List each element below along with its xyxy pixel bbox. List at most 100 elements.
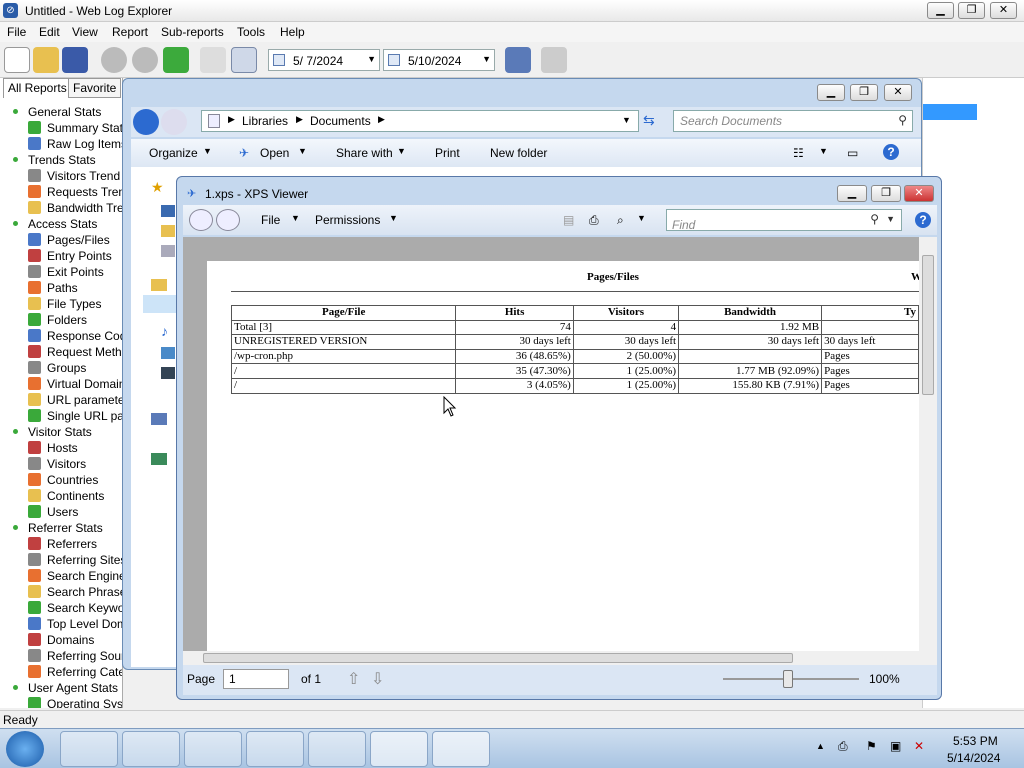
table-row: Total [3] 74 4 1.92 MB <box>230 319 919 336</box>
web-log-explorer-taskbar-button[interactable] <box>370 731 428 767</box>
refresh-icon[interactable]: ⇆ <box>643 112 663 130</box>
help-icon[interactable]: ? <box>883 144 899 160</box>
xps-menu-permissions[interactable]: Permissions <box>315 213 380 227</box>
explorer-search-input[interactable]: Search Documents ⚲ <box>673 110 913 132</box>
hscroll-thumb[interactable] <box>203 653 793 663</box>
chevron-down-icon[interactable]: ▼ <box>819 146 828 156</box>
table-cell: 1.77 MB (92.09%) <box>678 363 823 379</box>
chevron-down-icon[interactable]: ▼ <box>622 115 631 125</box>
tree-item-label: Pages/Files <box>47 233 110 247</box>
network-tray-icon[interactable]: ▣ <box>890 739 901 753</box>
app-icon[interactable] <box>308 731 366 767</box>
back-icon[interactable] <box>189 209 213 231</box>
column-header: Page/File <box>230 305 457 321</box>
horizontal-scrollbar[interactable] <box>183 651 937 665</box>
explorer-restore-button[interactable]: ❐ <box>850 84 878 101</box>
volume-muted-icon[interactable]: ✕ <box>914 739 924 753</box>
restore-button[interactable]: ❐ <box>958 2 985 19</box>
close-button[interactable]: ✕ <box>990 2 1017 19</box>
table-cell: Pages <box>821 377 919 394</box>
tab-all-reports[interactable]: All Reports <box>3 78 72 98</box>
organize-button[interactable]: Organize <box>149 146 198 160</box>
view-options-icon[interactable]: ☷ <box>793 146 804 160</box>
print-button[interactable]: Print <box>435 146 460 160</box>
date-from-picker[interactable]: 5/ 7/2024 ▼ <box>268 49 380 71</box>
filter-icon[interactable] <box>200 47 226 73</box>
menu-tools[interactable]: Tools <box>237 25 265 39</box>
report-icon <box>28 617 41 630</box>
back-icon[interactable] <box>101 47 127 73</box>
columns-icon[interactable] <box>505 47 531 73</box>
file-explorer-icon[interactable] <box>184 731 242 767</box>
next-page-icon[interactable]: ⇩ <box>371 669 384 689</box>
zoom-icon[interactable]: ⌕ <box>617 213 624 228</box>
selected-grid-cell[interactable] <box>923 104 977 120</box>
explorer-close-button[interactable]: ✕ <box>884 84 912 101</box>
breadcrumb-libraries[interactable]: Libraries <box>242 114 288 128</box>
clock-date[interactable]: 5/14/2024 <box>947 751 1000 765</box>
previous-page-icon[interactable]: ⇧ <box>347 669 360 689</box>
print-icon[interactable]: ⎙ <box>589 213 599 228</box>
xps-minimize-button[interactable]: ▁ <box>837 185 867 202</box>
tree-item-label: URL parameters <box>47 393 122 407</box>
scroll-thumb[interactable] <box>922 255 934 395</box>
printer-tray-icon[interactable]: ⎙ <box>838 739 848 754</box>
outline-icon[interactable]: ▤ <box>563 213 574 227</box>
print-icon[interactable] <box>541 47 567 73</box>
menu-report[interactable]: Report <box>112 25 148 39</box>
vertical-scrollbar[interactable] <box>919 237 937 651</box>
find-input[interactable]: Find ⚲ ▼ <box>666 209 902 232</box>
tree-item-label: Hosts <box>47 441 78 455</box>
breadcrumb[interactable]: ▶ Libraries ▶ Documents ▶ ▼ <box>201 110 639 132</box>
back-icon[interactable] <box>133 109 159 135</box>
table-cell: 36 (48.65%) <box>455 348 574 365</box>
app-titlebar: ⊘ Untitled - Web Log Explorer ▁ ❐ ✕ <box>0 0 1024 22</box>
breadcrumb-documents[interactable]: Documents <box>310 114 371 128</box>
xps-menu-file[interactable]: File <box>261 213 280 227</box>
menu-help[interactable]: Help <box>280 25 305 39</box>
open-icon: ✈ <box>239 146 250 160</box>
internet-explorer-icon[interactable] <box>60 731 118 767</box>
save-icon[interactable] <box>62 47 88 73</box>
refresh-icon[interactable] <box>163 47 189 73</box>
chevron-up-icon[interactable]: ▲ <box>816 741 825 751</box>
table-cell: Pages <box>821 363 919 379</box>
minimize-button[interactable]: ▁ <box>927 2 954 19</box>
forward-icon[interactable] <box>132 47 158 73</box>
tree-item-label: Requests Trend <box>47 185 122 199</box>
xps-restore-button[interactable]: ❐ <box>871 185 901 202</box>
zoom-slider-thumb[interactable] <box>783 670 793 688</box>
explorer-minimize-button[interactable]: ▁ <box>817 84 845 101</box>
table-cell: Pages <box>821 348 919 365</box>
menu-edit[interactable]: Edit <box>39 25 60 39</box>
help-icon[interactable]: ? <box>915 212 931 228</box>
menu-view[interactable]: View <box>72 25 98 39</box>
menu-subreports[interactable]: Sub-reports <box>161 25 224 39</box>
preview-pane-icon[interactable]: ▭ <box>847 146 858 160</box>
start-button[interactable] <box>6 731 44 767</box>
page-number-input[interactable]: 1 <box>223 669 289 689</box>
new-icon[interactable] <box>4 47 30 73</box>
clock-time[interactable]: 5:53 PM <box>953 734 998 748</box>
xps-statusbar: Page 1 of 1 ⇧ ⇩ 100% <box>183 665 937 695</box>
open-button[interactable]: Open <box>260 146 289 160</box>
share-with-button[interactable]: Share with <box>336 146 393 160</box>
tree-item-label: Entry Points <box>47 249 112 263</box>
tree-item-label: Referring Categories <box>47 665 122 679</box>
new-folder-button[interactable]: New folder <box>490 146 547 160</box>
menu-file[interactable]: File <box>7 25 26 39</box>
date-to-picker[interactable]: 5/10/2024 ▼ <box>383 49 495 71</box>
libraries-icon <box>151 279 167 291</box>
forward-icon[interactable] <box>161 109 187 135</box>
xps-close-button[interactable]: ✕ <box>904 185 934 202</box>
firefox-icon[interactable] <box>122 731 180 767</box>
report-view-icon[interactable] <box>231 47 257 73</box>
zoom-slider[interactable] <box>723 670 859 688</box>
xps-viewer-taskbar-button[interactable] <box>432 731 490 767</box>
media-player-icon[interactable] <box>246 731 304 767</box>
chevron-down-icon[interactable]: ▼ <box>637 213 646 223</box>
forward-icon[interactable] <box>216 209 240 231</box>
flag-icon[interactable]: ⚑ <box>866 739 877 753</box>
open-folder-icon[interactable] <box>33 47 59 73</box>
tab-favorite[interactable]: Favorite <box>68 78 122 98</box>
